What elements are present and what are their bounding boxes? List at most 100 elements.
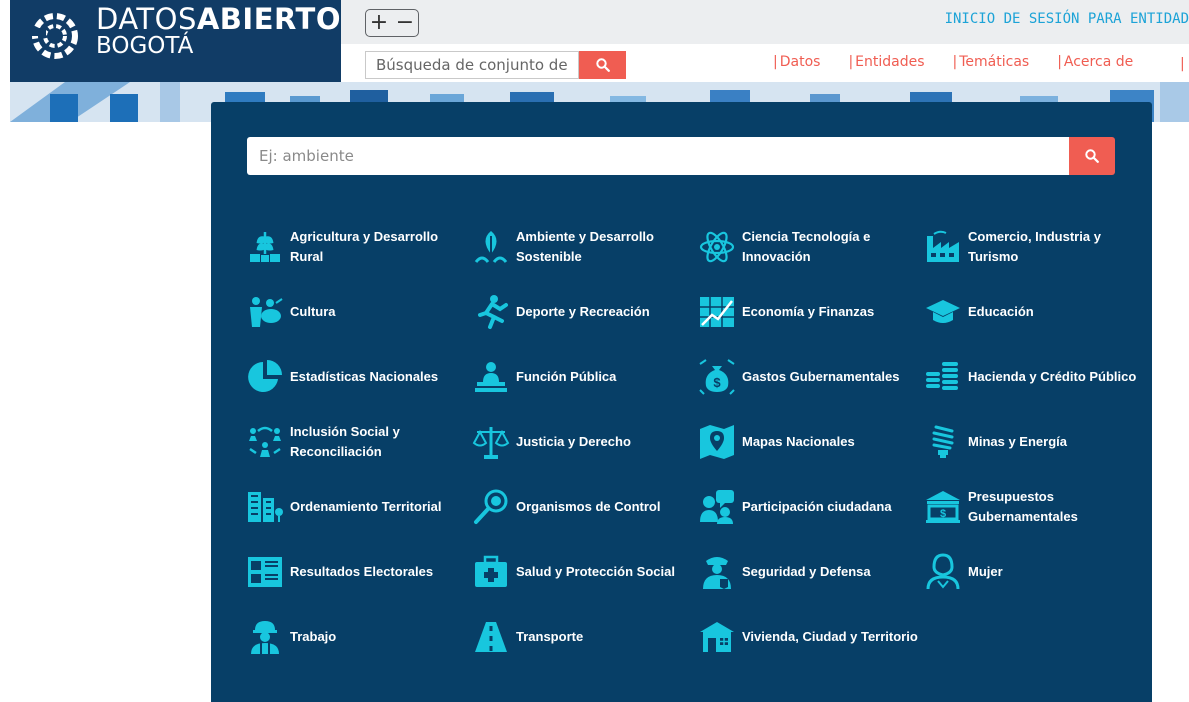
category-ambiente[interactable]: Ambiente y Desarrollo Sostenible: [472, 222, 692, 272]
category-label: Transporte: [516, 629, 584, 644]
category-educacion[interactable]: Educación: [924, 287, 1144, 337]
category-label: Resultados Electorales: [290, 564, 434, 579]
budget-icon: $: [924, 488, 962, 526]
category-label: Presupuestos Gubernamentales: [968, 489, 1078, 524]
category-agricultura[interactable]: Agricultura y Desarrollo Rural: [246, 222, 466, 272]
category-funcion-publica[interactable]: Función Pública: [472, 352, 692, 402]
login-link[interactable]: INICIO DE SESIÓN PARA ENTIDAD: [945, 11, 1189, 27]
category-comercio[interactable]: Comercio, Industria y Turismo: [924, 222, 1144, 272]
main-nav: Datos Entidades Temáticas Acerca de: [773, 54, 1161, 76]
nav-separator: |: [1180, 56, 1185, 72]
science-icon: [698, 228, 736, 266]
category-label: Organismos de Control: [516, 499, 661, 514]
zoom-out-button[interactable]: −: [392, 10, 418, 36]
category-gastos[interactable]: $ Gastos Gubernamentales: [698, 352, 918, 402]
category-inclusion[interactable]: Inclusión Social y Reconciliación: [246, 417, 466, 467]
category-label: Ciencia Tecnología e Innovación: [742, 229, 871, 264]
woman-icon: [924, 553, 962, 591]
health-icon: [472, 553, 510, 591]
energy-bulb-icon: [924, 423, 962, 461]
svg-text:$: $: [940, 508, 946, 520]
category-label: Educación: [968, 304, 1034, 319]
category-label: Gastos Gubernamentales: [742, 369, 900, 384]
participation-icon: [698, 488, 736, 526]
house-icon: [698, 618, 736, 656]
worker-icon: [246, 618, 284, 656]
category-label: Comercio, Industria y Turismo: [968, 229, 1101, 264]
coins-icon: [924, 358, 962, 396]
category-label: Justicia y Derecho: [516, 434, 631, 449]
logo-subtitle: BOGOTÁ: [96, 33, 194, 59]
search-icon: [595, 58, 610, 72]
category-label: Inclusión Social y Reconciliación: [290, 424, 400, 459]
category-resultados-electorales[interactable]: Resultados Electorales: [246, 547, 466, 597]
nav-item-entidades[interactable]: Entidades: [848, 54, 924, 76]
category-label: Vivienda, Ciudad y Territorio: [742, 629, 918, 644]
agriculture-icon: [246, 228, 284, 266]
factory-icon: [924, 228, 962, 266]
category-search-input[interactable]: [247, 137, 1069, 175]
category-label: Hacienda y Crédito Público: [968, 369, 1137, 384]
category-estadisticas[interactable]: Estadísticas Nacionales: [246, 352, 466, 402]
category-label: Mapas Nacionales: [742, 434, 855, 449]
zoom-control: + −: [365, 9, 419, 37]
election-icon: [246, 553, 284, 591]
category-organismos[interactable]: Organismos de Control: [472, 482, 692, 532]
scales-icon: [472, 423, 510, 461]
money-bag-icon: $: [698, 358, 736, 396]
top-search-input[interactable]: [366, 52, 578, 78]
category-label: Trabajo: [290, 629, 337, 644]
category-salud[interactable]: Salud y Protección Social: [472, 547, 692, 597]
pie-chart-icon: [246, 358, 284, 396]
logo[interactable]: DATOSABIERTOS BOGOTÁ: [10, 0, 341, 82]
category-search-field: [247, 137, 1069, 175]
public-function-icon: [472, 358, 510, 396]
logo-title-bold: ABIERTOS: [196, 2, 341, 36]
category-label: Agricultura y Desarrollo Rural: [290, 229, 439, 264]
logo-mark-icon: [32, 13, 78, 59]
category-label: Ordenamiento Territorial: [290, 499, 442, 514]
category-economia[interactable]: Economía y Finanzas: [698, 287, 918, 337]
search-icon: [1085, 149, 1099, 163]
buildings-icon: [246, 488, 284, 526]
category-label: Mujer: [968, 564, 1003, 579]
category-deporte[interactable]: Deporte y Recreación: [472, 287, 692, 337]
map-icon: [698, 423, 736, 461]
category-vivienda[interactable]: Vivienda, Ciudad y Territorio: [698, 612, 918, 662]
categories-panel: Agricultura y Desarrollo Rural Ambiente …: [211, 102, 1152, 702]
category-label: Estadísticas Nacionales: [290, 369, 439, 384]
graduation-cap-icon: [924, 293, 962, 331]
category-label: Economía y Finanzas: [742, 304, 875, 319]
category-cultura[interactable]: Cultura: [246, 287, 466, 337]
environment-icon: [472, 228, 510, 266]
category-presupuestos[interactable]: $ Presupuestos Gubernamentales: [924, 482, 1144, 532]
category-mapas[interactable]: Mapas Nacionales: [698, 417, 918, 467]
nav-item-acerca-de[interactable]: Acerca de: [1057, 54, 1133, 76]
top-search-button[interactable]: [579, 51, 626, 79]
category-minas[interactable]: Minas y Energía: [924, 417, 1144, 467]
category-label: Cultura: [290, 304, 336, 319]
category-search-button[interactable]: [1069, 137, 1115, 175]
category-mujer[interactable]: Mujer: [924, 547, 1144, 597]
category-participacion[interactable]: Participación ciudadana: [698, 482, 918, 532]
category-ciencia[interactable]: Ciencia Tecnología e Innovación: [698, 222, 918, 272]
nav-item-tematicas[interactable]: Temáticas: [953, 54, 1029, 76]
top-search-field: [365, 51, 579, 79]
category-hacienda[interactable]: Hacienda y Crédito Público: [924, 352, 1144, 402]
zoom-in-button[interactable]: +: [366, 10, 392, 36]
category-justicia[interactable]: Justicia y Derecho: [472, 417, 692, 467]
site-header: DATOSABIERTOS BOGOTÁ + − INICIO DE SESIÓ…: [0, 0, 1189, 82]
category-transporte[interactable]: Transporte: [472, 612, 692, 662]
category-ordenamiento[interactable]: Ordenamiento Territorial: [246, 482, 466, 532]
top-bar: + − INICIO DE SESIÓN PARA ENTIDAD: [341, 0, 1189, 44]
nav-item-datos[interactable]: Datos: [773, 54, 821, 76]
svg-text:$: $: [713, 375, 721, 390]
inclusion-icon: [246, 423, 284, 461]
economy-icon: [698, 293, 736, 331]
category-seguridad[interactable]: Seguridad y Defensa: [698, 547, 918, 597]
category-label: Seguridad y Defensa: [742, 564, 871, 579]
category-label: Ambiente y Desarrollo Sostenible: [516, 229, 654, 264]
category-trabajo[interactable]: Trabajo: [246, 612, 466, 662]
logo-title-thin: DATOS: [96, 2, 197, 36]
magnifier-icon: [472, 488, 510, 526]
